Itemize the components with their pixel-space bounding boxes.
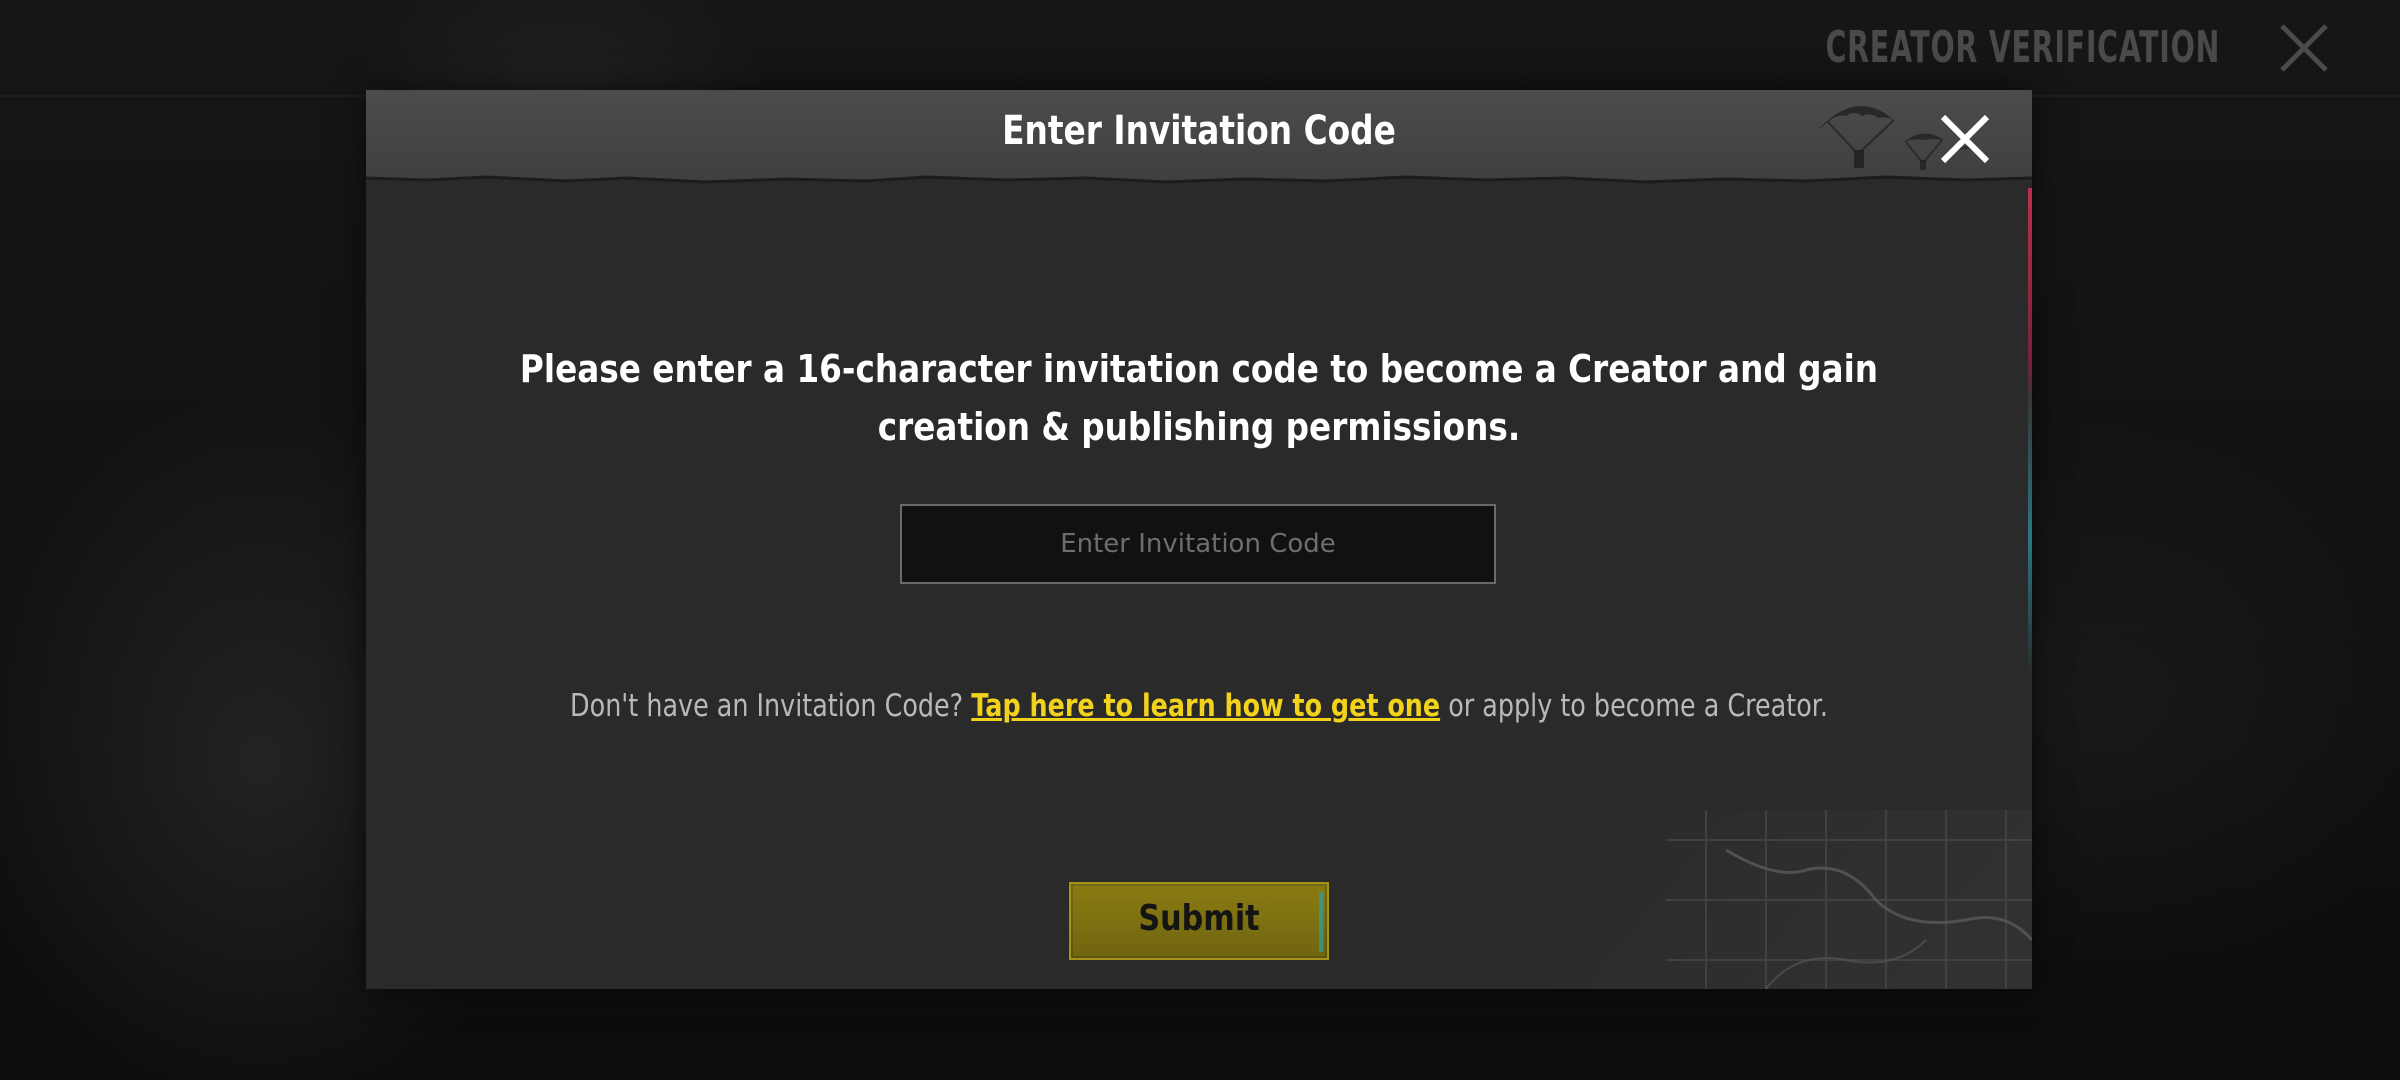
help-prefix: Don't have an Invitation Code? (570, 688, 964, 724)
close-icon (1940, 114, 1990, 164)
close-icon (2280, 24, 2328, 72)
instruction-text: Please enter a 16-character invitation c… (519, 347, 1879, 449)
edge-accent (2028, 188, 2032, 888)
learn-how-link[interactable]: Tap here to learn how to get one (971, 688, 1440, 724)
help-line: Don't have an Invitation Code? Tap here … (366, 688, 2032, 724)
help-text-wrapper: Don't have an Invitation Code? Tap here … (570, 688, 1828, 724)
invitation-code-input[interactable] (900, 504, 1496, 584)
dialog-header: Enter Invitation Code (366, 90, 2032, 181)
instruction-message: Please enter a 16-character invitation c… (406, 340, 1992, 456)
page-close-button[interactable] (2278, 22, 2330, 74)
invitation-dialog: Enter Invitation Code Please enter a 16-… (366, 90, 2032, 989)
submit-label: Submit (1138, 898, 1260, 939)
help-suffix: or apply to become a Creator. (1448, 688, 1828, 724)
submit-button[interactable]: Submit (1069, 882, 1329, 960)
map-grid-icon (1546, 810, 2032, 989)
header-torn-edge (366, 175, 2032, 188)
dialog-title: Enter Invitation Code (1002, 108, 1396, 154)
dialog-close-button[interactable] (1938, 112, 1992, 166)
page-title: CREATOR VERIFICATION (1825, 22, 2220, 73)
